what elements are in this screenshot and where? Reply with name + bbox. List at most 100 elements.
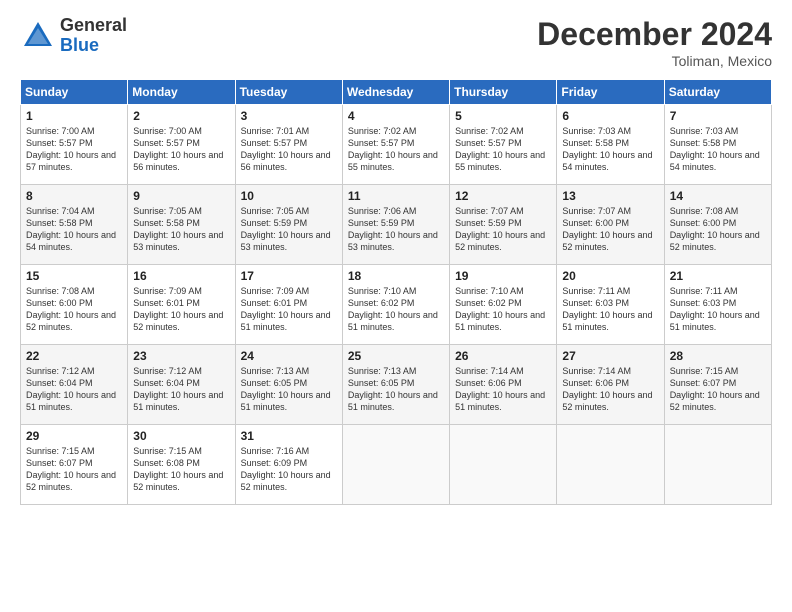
day-cell-12: 12 Sunrise: 7:07 AM Sunset: 5:59 PM Dayl… — [450, 185, 557, 265]
day-cell-2: 2 Sunrise: 7:00 AM Sunset: 5:57 PM Dayli… — [128, 105, 235, 185]
day-info: Sunrise: 7:10 AM Sunset: 6:02 PM Dayligh… — [348, 285, 444, 334]
day-number: 12 — [455, 189, 551, 203]
day-cell-7: 7 Sunrise: 7:03 AM Sunset: 5:58 PM Dayli… — [664, 105, 771, 185]
location: Toliman, Mexico — [537, 53, 772, 69]
day-info: Sunrise: 7:16 AM Sunset: 6:09 PM Dayligh… — [241, 445, 337, 494]
day-number: 1 — [26, 109, 122, 123]
day-number: 19 — [455, 269, 551, 283]
day-cell-25: 25 Sunrise: 7:13 AM Sunset: 6:05 PM Dayl… — [342, 345, 449, 425]
day-info: Sunrise: 7:15 AM Sunset: 6:08 PM Dayligh… — [133, 445, 229, 494]
day-cell-18: 18 Sunrise: 7:10 AM Sunset: 6:02 PM Dayl… — [342, 265, 449, 345]
logo: General Blue — [20, 16, 127, 56]
day-cell-1: 1 Sunrise: 7:00 AM Sunset: 5:57 PM Dayli… — [21, 105, 128, 185]
day-number: 7 — [670, 109, 766, 123]
day-info: Sunrise: 7:13 AM Sunset: 6:05 PM Dayligh… — [241, 365, 337, 414]
logo-icon — [20, 18, 56, 54]
day-info: Sunrise: 7:15 AM Sunset: 6:07 PM Dayligh… — [26, 445, 122, 494]
day-info: Sunrise: 7:03 AM Sunset: 5:58 PM Dayligh… — [670, 125, 766, 174]
day-info: Sunrise: 7:00 AM Sunset: 5:57 PM Dayligh… — [133, 125, 229, 174]
calendar-header-row: Sunday Monday Tuesday Wednesday Thursday… — [21, 80, 772, 105]
day-number: 15 — [26, 269, 122, 283]
day-cell-21: 21 Sunrise: 7:11 AM Sunset: 6:03 PM Dayl… — [664, 265, 771, 345]
day-number: 26 — [455, 349, 551, 363]
day-number: 3 — [241, 109, 337, 123]
day-cell-10: 10 Sunrise: 7:05 AM Sunset: 5:59 PM Dayl… — [235, 185, 342, 265]
day-info: Sunrise: 7:02 AM Sunset: 5:57 PM Dayligh… — [348, 125, 444, 174]
col-friday: Friday — [557, 80, 664, 105]
day-cell-19: 19 Sunrise: 7:10 AM Sunset: 6:02 PM Dayl… — [450, 265, 557, 345]
day-info: Sunrise: 7:13 AM Sunset: 6:05 PM Dayligh… — [348, 365, 444, 414]
day-cell-4: 4 Sunrise: 7:02 AM Sunset: 5:57 PM Dayli… — [342, 105, 449, 185]
day-cell-28: 28 Sunrise: 7:15 AM Sunset: 6:07 PM Dayl… — [664, 345, 771, 425]
day-cell-29: 29 Sunrise: 7:15 AM Sunset: 6:07 PM Dayl… — [21, 425, 128, 505]
day-number: 2 — [133, 109, 229, 123]
page: General Blue December 2024 Toliman, Mexi… — [0, 0, 792, 612]
day-cell-15: 15 Sunrise: 7:08 AM Sunset: 6:00 PM Dayl… — [21, 265, 128, 345]
empty-cell — [342, 425, 449, 505]
col-saturday: Saturday — [664, 80, 771, 105]
day-cell-8: 8 Sunrise: 7:04 AM Sunset: 5:58 PM Dayli… — [21, 185, 128, 265]
logo-blue-text: Blue — [60, 36, 127, 56]
calendar-week-2: 8 Sunrise: 7:04 AM Sunset: 5:58 PM Dayli… — [21, 185, 772, 265]
day-info: Sunrise: 7:11 AM Sunset: 6:03 PM Dayligh… — [562, 285, 658, 334]
day-number: 22 — [26, 349, 122, 363]
day-number: 11 — [348, 189, 444, 203]
day-number: 25 — [348, 349, 444, 363]
day-number: 18 — [348, 269, 444, 283]
day-cell-24: 24 Sunrise: 7:13 AM Sunset: 6:05 PM Dayl… — [235, 345, 342, 425]
day-info: Sunrise: 7:09 AM Sunset: 6:01 PM Dayligh… — [241, 285, 337, 334]
day-number: 24 — [241, 349, 337, 363]
day-info: Sunrise: 7:07 AM Sunset: 6:00 PM Dayligh… — [562, 205, 658, 254]
day-cell-17: 17 Sunrise: 7:09 AM Sunset: 6:01 PM Dayl… — [235, 265, 342, 345]
day-info: Sunrise: 7:05 AM Sunset: 5:59 PM Dayligh… — [241, 205, 337, 254]
day-number: 13 — [562, 189, 658, 203]
day-cell-3: 3 Sunrise: 7:01 AM Sunset: 5:57 PM Dayli… — [235, 105, 342, 185]
calendar-week-1: 1 Sunrise: 7:00 AM Sunset: 5:57 PM Dayli… — [21, 105, 772, 185]
logo-general-text: General — [60, 16, 127, 36]
day-number: 20 — [562, 269, 658, 283]
day-info: Sunrise: 7:15 AM Sunset: 6:07 PM Dayligh… — [670, 365, 766, 414]
empty-cell — [557, 425, 664, 505]
day-info: Sunrise: 7:08 AM Sunset: 6:00 PM Dayligh… — [26, 285, 122, 334]
day-cell-5: 5 Sunrise: 7:02 AM Sunset: 5:57 PM Dayli… — [450, 105, 557, 185]
day-info: Sunrise: 7:00 AM Sunset: 5:57 PM Dayligh… — [26, 125, 122, 174]
day-number: 5 — [455, 109, 551, 123]
day-cell-13: 13 Sunrise: 7:07 AM Sunset: 6:00 PM Dayl… — [557, 185, 664, 265]
day-number: 31 — [241, 429, 337, 443]
day-cell-31: 31 Sunrise: 7:16 AM Sunset: 6:09 PM Dayl… — [235, 425, 342, 505]
day-cell-27: 27 Sunrise: 7:14 AM Sunset: 6:06 PM Dayl… — [557, 345, 664, 425]
day-cell-23: 23 Sunrise: 7:12 AM Sunset: 6:04 PM Dayl… — [128, 345, 235, 425]
day-number: 10 — [241, 189, 337, 203]
day-number: 28 — [670, 349, 766, 363]
day-number: 21 — [670, 269, 766, 283]
day-number: 27 — [562, 349, 658, 363]
day-number: 14 — [670, 189, 766, 203]
day-number: 29 — [26, 429, 122, 443]
header: General Blue December 2024 Toliman, Mexi… — [20, 16, 772, 69]
day-info: Sunrise: 7:14 AM Sunset: 6:06 PM Dayligh… — [455, 365, 551, 414]
day-info: Sunrise: 7:06 AM Sunset: 5:59 PM Dayligh… — [348, 205, 444, 254]
day-number: 23 — [133, 349, 229, 363]
col-tuesday: Tuesday — [235, 80, 342, 105]
month-title: December 2024 — [537, 16, 772, 53]
day-number: 6 — [562, 109, 658, 123]
day-number: 8 — [26, 189, 122, 203]
day-cell-11: 11 Sunrise: 7:06 AM Sunset: 5:59 PM Dayl… — [342, 185, 449, 265]
day-number: 16 — [133, 269, 229, 283]
day-info: Sunrise: 7:05 AM Sunset: 5:58 PM Dayligh… — [133, 205, 229, 254]
day-number: 17 — [241, 269, 337, 283]
day-cell-20: 20 Sunrise: 7:11 AM Sunset: 6:03 PM Dayl… — [557, 265, 664, 345]
day-number: 30 — [133, 429, 229, 443]
col-sunday: Sunday — [21, 80, 128, 105]
calendar-week-5: 29 Sunrise: 7:15 AM Sunset: 6:07 PM Dayl… — [21, 425, 772, 505]
day-info: Sunrise: 7:07 AM Sunset: 5:59 PM Dayligh… — [455, 205, 551, 254]
col-thursday: Thursday — [450, 80, 557, 105]
day-info: Sunrise: 7:02 AM Sunset: 5:57 PM Dayligh… — [455, 125, 551, 174]
calendar-week-3: 15 Sunrise: 7:08 AM Sunset: 6:00 PM Dayl… — [21, 265, 772, 345]
day-cell-9: 9 Sunrise: 7:05 AM Sunset: 5:58 PM Dayli… — [128, 185, 235, 265]
day-info: Sunrise: 7:12 AM Sunset: 6:04 PM Dayligh… — [26, 365, 122, 414]
calendar: Sunday Monday Tuesday Wednesday Thursday… — [20, 79, 772, 505]
day-cell-16: 16 Sunrise: 7:09 AM Sunset: 6:01 PM Dayl… — [128, 265, 235, 345]
col-monday: Monday — [128, 80, 235, 105]
day-info: Sunrise: 7:04 AM Sunset: 5:58 PM Dayligh… — [26, 205, 122, 254]
